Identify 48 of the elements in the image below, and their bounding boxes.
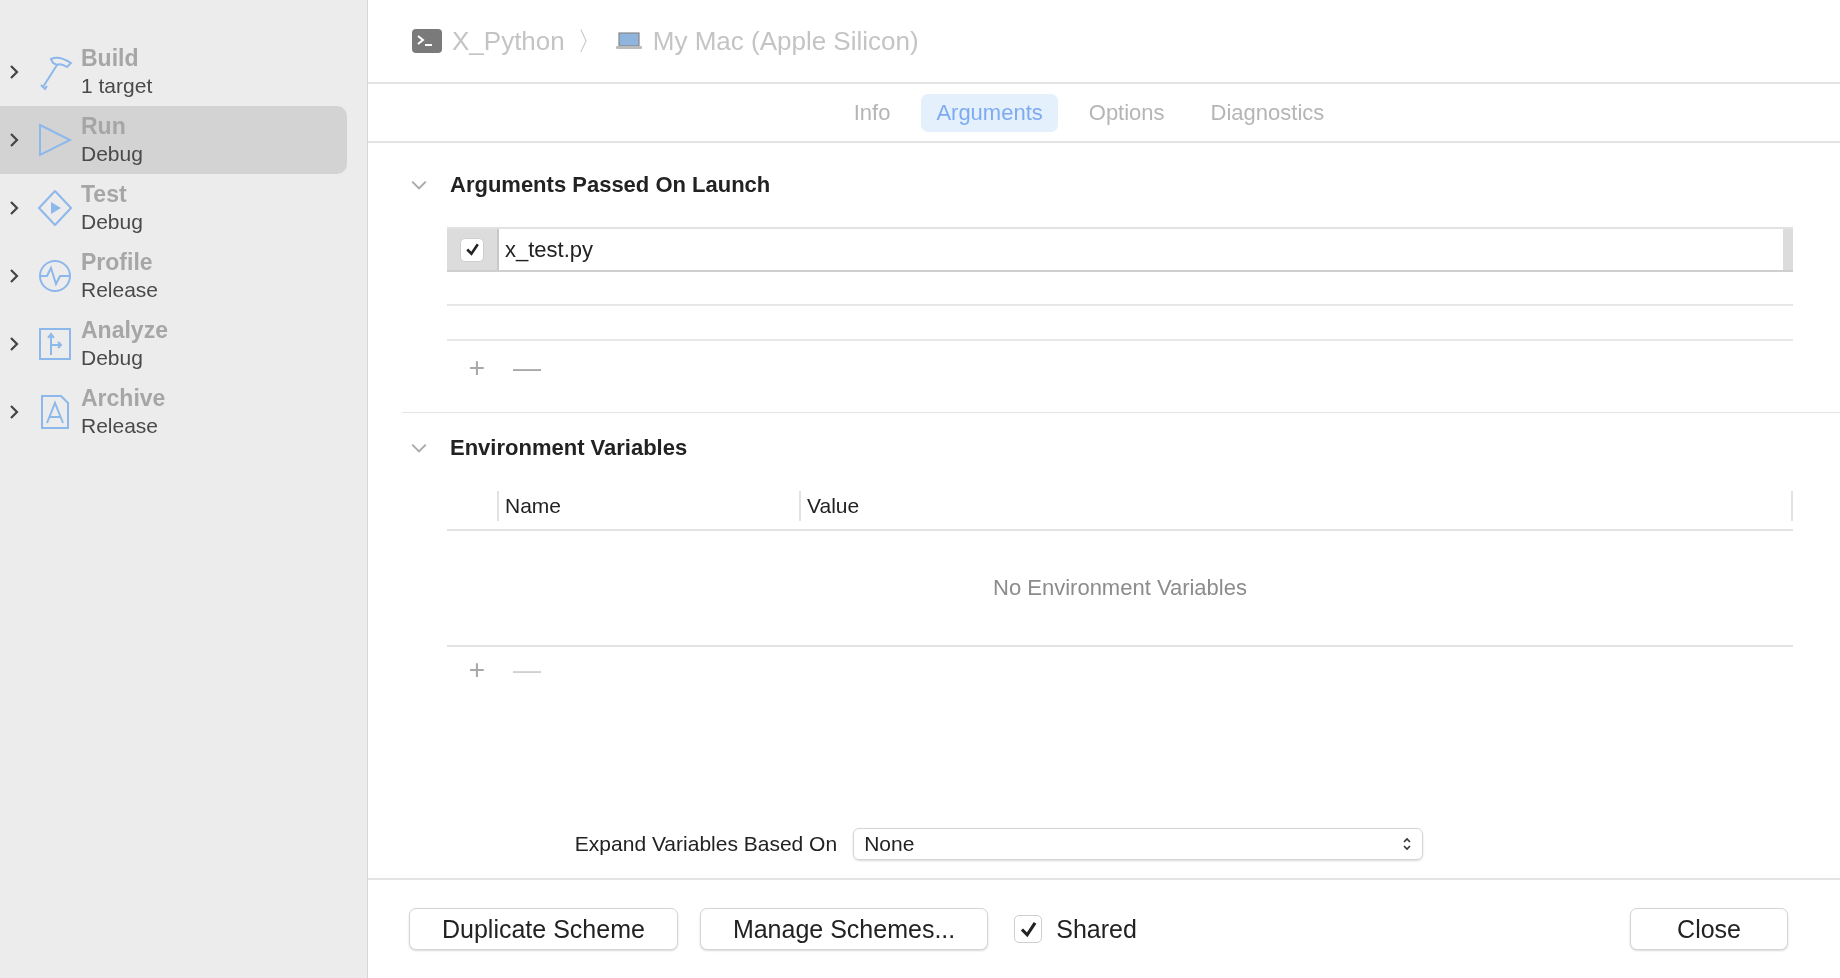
- section-title: Environment Variables: [450, 435, 688, 461]
- chevron-icon: [9, 64, 19, 80]
- action-configuration: Debug: [81, 141, 143, 167]
- chevron-icon: [9, 200, 19, 216]
- section-title: Arguments Passed On Launch: [450, 172, 771, 198]
- column-header[interactable]: Name: [499, 491, 801, 521]
- action-title: Archive: [81, 384, 166, 412]
- chevron-icon: [9, 268, 19, 284]
- action-configuration: Release: [81, 413, 160, 439]
- duplicate-scheme-button[interactable]: Duplicate Scheme: [409, 908, 678, 950]
- disclosure-icon[interactable]: [410, 179, 428, 191]
- disclosure-icon[interactable]: [410, 442, 428, 454]
- breadcrumb-separator: 〉: [576, 24, 603, 58]
- scheme-action-item[interactable]: Analyze Debug: [0, 310, 347, 378]
- diamond-play-icon: [37, 189, 73, 227]
- empty-message: No Environment Variables: [993, 575, 1247, 601]
- up-down-arrows-icon: [1402, 836, 1413, 852]
- close-button[interactable]: Close: [1630, 908, 1788, 950]
- action-title: Analyze: [81, 316, 168, 344]
- action-title: Profile: [81, 248, 154, 276]
- action-configuration: Release: [81, 277, 159, 303]
- column-header[interactable]: Value: [801, 491, 1793, 521]
- terminal-icon: [412, 29, 442, 53]
- shared-label: Shared: [1056, 914, 1137, 944]
- scheme-action-item[interactable]: Archive Release: [0, 378, 347, 446]
- laptop-icon: [614, 31, 643, 51]
- action-configuration: Debug: [81, 345, 144, 371]
- expand-variables-label: Expand Variables Based On: [574, 832, 838, 856]
- chevron-icon: [9, 336, 19, 352]
- checkmark-icon: [463, 241, 481, 258]
- chevron-icon: [9, 404, 19, 420]
- expand-variables-popup[interactable]: None: [853, 828, 1424, 860]
- scheme-action-item[interactable]: Test Debug: [0, 174, 347, 242]
- scheme-action-item[interactable]: Profile Release: [0, 242, 347, 310]
- action-title: Build: [81, 44, 140, 72]
- play-icon: [37, 121, 73, 159]
- action-title: Test: [81, 180, 128, 208]
- chevron-icon: [9, 132, 19, 148]
- branch-icon: [37, 325, 73, 363]
- empty-argument-row[interactable]: [447, 304, 1793, 341]
- shared-checkbox[interactable]: [1014, 915, 1043, 943]
- pulse-icon: [37, 257, 73, 295]
- argument-field[interactable]: x_test.py: [497, 229, 1783, 270]
- action-configuration: Debug: [81, 209, 143, 235]
- action-configuration: 1 target: [81, 73, 153, 99]
- scheme-action-item[interactable]: Build 1 target: [0, 38, 347, 106]
- manage-schemes-button[interactable]: Manage Schemes...: [699, 908, 989, 950]
- argument-checkbox[interactable]: [460, 237, 484, 262]
